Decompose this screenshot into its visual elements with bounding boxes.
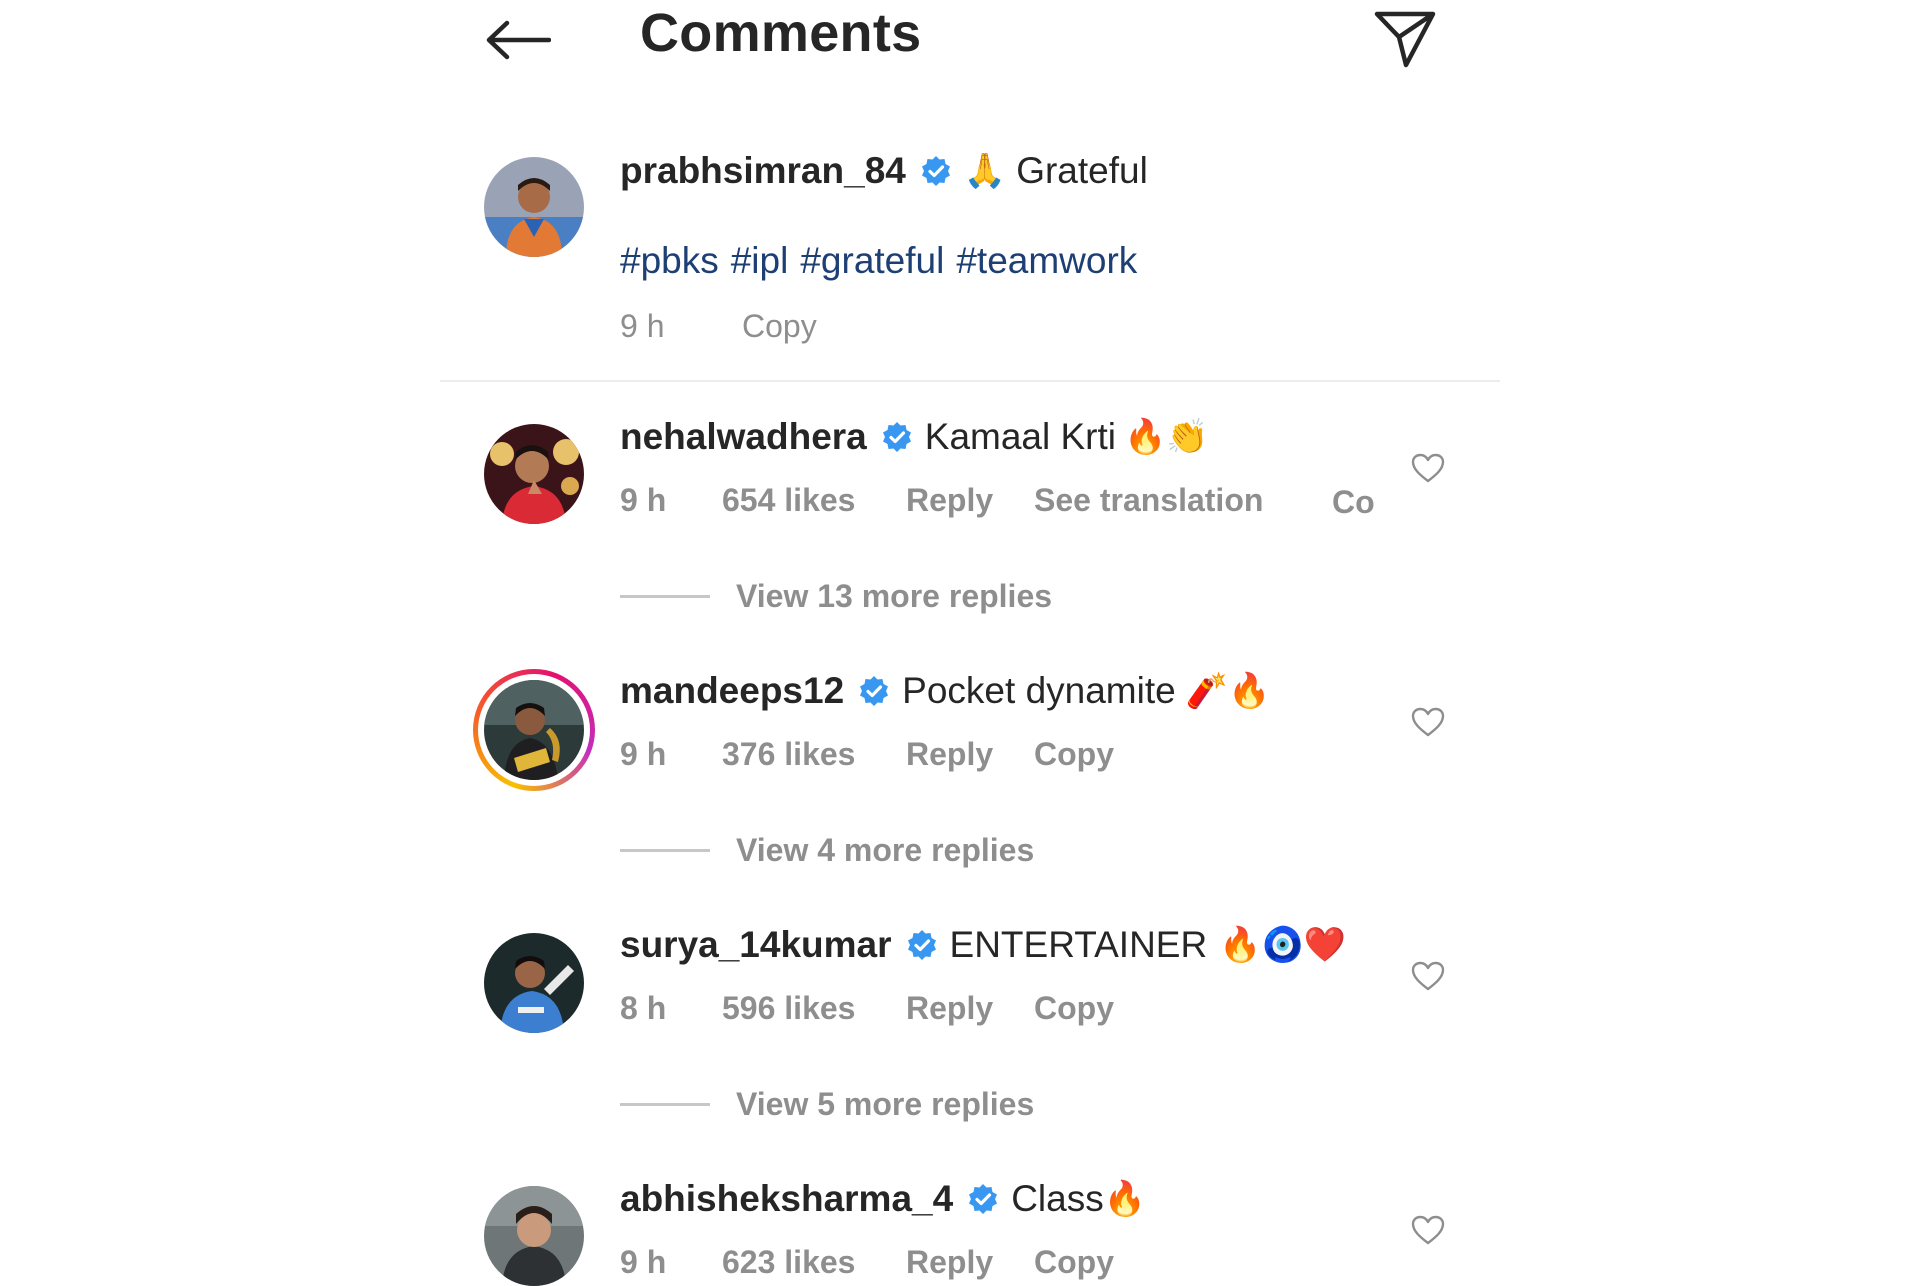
share-button[interactable] [1370,4,1440,74]
caption-text: Grateful [1016,150,1148,191]
page-title: Comments [640,3,922,63]
copy-button[interactable]: Copy [1034,990,1114,1027]
comment-emoji: 🔥👏 [1124,417,1209,457]
comment-line: nehalwadhera Kamaal Krti 🔥👏 [620,416,1209,458]
timestamp: 8 h [620,990,667,1026]
reply-button[interactable]: Reply [906,736,993,773]
replies-dash [620,595,710,598]
view-replies-button[interactable]: View 13 more replies [620,578,1052,615]
comment-text: Kamaal Krti [924,416,1116,457]
timestamp: 9 h [620,736,667,772]
copy-button[interactable]: Copy [1034,736,1114,773]
avatar [484,680,584,780]
comment-emoji: 🧨🔥 [1185,671,1271,711]
timestamp: 9 h [620,1244,667,1280]
comment-username[interactable]: abhisheksharma_4 [620,1178,953,1220]
avatar-with-story-ring[interactable] [473,669,595,791]
caption-hashtags: #pbks #ipl #grateful #teamwork [620,240,1149,282]
avatar-image [484,680,584,780]
arrow-left-icon [486,20,551,60]
avatar-image [484,157,584,257]
comment-emoji: 🔥 [1103,1179,1147,1219]
heart-outline-icon [1411,961,1445,991]
like-button[interactable] [1406,446,1450,490]
avatar[interactable] [484,424,584,524]
pray-emoji: 🙏 [963,151,1007,191]
hashtag-link[interactable]: #teamwork [956,240,1137,281]
verified-badge-icon [858,675,890,707]
comment-text: Pocket dynamite [902,670,1176,711]
caption-username[interactable]: prabhsimran_84 [620,150,906,192]
reply-button[interactable]: Reply [906,990,993,1027]
reply-button[interactable]: Reply [906,1244,993,1281]
back-button[interactable] [480,8,556,72]
view-replies-label: View 13 more replies [736,578,1053,614]
hashtag-link[interactable]: #ipl [731,240,789,281]
heart-outline-icon [1411,707,1445,737]
avatar[interactable] [484,157,584,257]
like-button[interactable] [1406,700,1450,744]
likes-count[interactable]: 376 likes [722,736,855,773]
view-replies-button[interactable]: View 5 more replies [620,1086,1034,1123]
verified-badge-icon [906,929,938,961]
view-replies-label: View 4 more replies [736,832,1035,868]
reply-button[interactable]: Reply [906,482,993,519]
comment-emoji: 🔥🧿❤️ [1219,925,1347,965]
see-translation-button[interactable]: See translation [1034,482,1263,519]
comment-line: abhisheksharma_4 Class 🔥 [620,1178,1146,1220]
replies-dash [620,849,710,852]
view-replies-button[interactable]: View 4 more replies [620,832,1034,869]
avatar-image [484,933,584,1033]
comments-screen: Comments prabhsimran_84 🙏 Grateful #pbks… [440,0,1500,1286]
heart-outline-icon [1411,1215,1445,1245]
hashtag-link[interactable]: #grateful [800,240,944,281]
likes-count[interactable]: 596 likes [722,990,855,1027]
likes-count[interactable]: 654 likes [722,482,855,519]
divider [440,380,1500,382]
verified-badge-icon [881,421,913,453]
like-button[interactable] [1406,954,1450,998]
avatar-image [484,424,584,524]
avatar[interactable] [484,1186,584,1286]
avatar-image [484,1186,584,1286]
comment-username[interactable]: mandeeps12 [620,670,844,712]
heart-outline-icon [1411,453,1445,483]
verified-badge-icon [967,1183,999,1215]
comment-text: Class [1011,1178,1104,1219]
verified-badge-icon [920,155,952,187]
hashtag-link[interactable]: #pbks [620,240,719,281]
view-replies-label: View 5 more replies [736,1086,1035,1122]
timestamp: 9 h [620,308,665,344]
comment-line: mandeeps12 Pocket dynamite 🧨🔥 [620,670,1270,712]
copy-button[interactable]: Copy [742,308,817,345]
comment-text: ENTERTAINER [949,924,1208,965]
copy-button[interactable]: Copy [1332,482,1376,534]
story-ring [478,674,590,786]
paper-plane-icon [1374,11,1436,68]
likes-count[interactable]: 623 likes [722,1244,855,1281]
caption-line: prabhsimran_84 🙏 Grateful [620,150,1148,192]
replies-dash [620,1103,710,1106]
comment-line: surya_14kumar ENTERTAINER 🔥🧿❤️ [620,924,1346,966]
copy-button[interactable]: Copy [1034,1244,1114,1281]
avatar[interactable] [484,933,584,1033]
like-button[interactable] [1406,1208,1450,1252]
comment-username[interactable]: surya_14kumar [620,924,892,966]
comment-username[interactable]: nehalwadhera [620,416,867,458]
timestamp: 9 h [620,482,667,518]
